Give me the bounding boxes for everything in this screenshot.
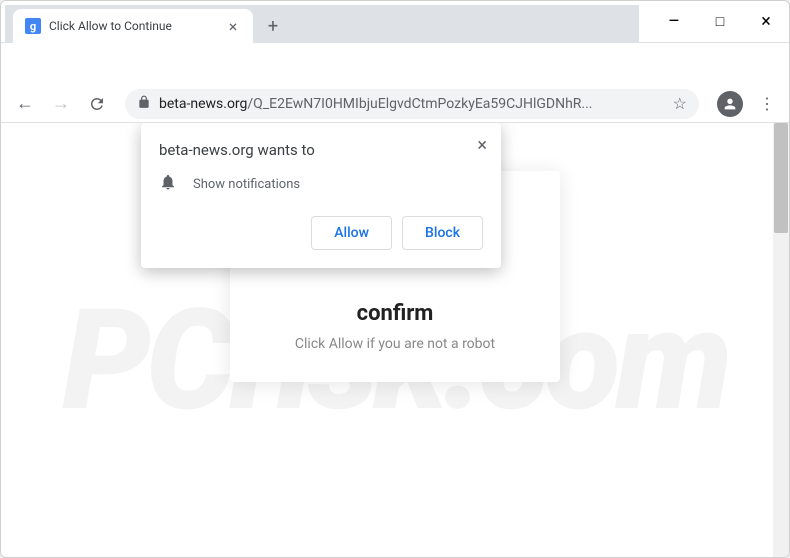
minimize-button[interactable]: – [651, 1, 697, 43]
lock-icon [137, 95, 151, 113]
forward-button: → [45, 88, 77, 120]
menu-icon[interactable]: ⋮ [753, 90, 781, 118]
notification-text: Show notifications [193, 177, 300, 192]
tab-close-icon[interactable]: × [225, 17, 241, 36]
new-tab-button[interactable]: + [259, 12, 287, 40]
address-bar[interactable]: beta-news.org/Q_E2EwN7I0HMIbjuElgvdCtmPo… [125, 89, 699, 119]
notification-title: beta-news.org wants to [159, 141, 483, 159]
notification-popup: × beta-news.org wants to Show notificati… [141, 123, 501, 268]
scroll-thumb[interactable] [774, 123, 788, 233]
content-area: PCrisk.com confirm Click Allow if you ar… [1, 123, 789, 558]
maximize-button[interactable]: □ [697, 1, 743, 43]
profile-icon[interactable] [717, 91, 743, 117]
bell-icon [159, 173, 177, 196]
notification-close-icon[interactable]: × [477, 135, 487, 156]
tab-bar: g Click Allow to Continue × + [5, 5, 639, 43]
bookmark-star-icon[interactable]: ☆ [673, 94, 687, 113]
allow-button[interactable]: Allow [311, 216, 392, 250]
reload-button[interactable] [81, 88, 113, 120]
url-path: /Q_E2EwN7I0HMIbjuElgvdCtmPozkyEa59CJHlGD… [247, 96, 592, 112]
window-controls: – □ × [651, 1, 789, 43]
tab-favicon: g [25, 18, 41, 34]
tab-title: Click Allow to Continue [49, 19, 217, 33]
notification-row: Show notifications [159, 173, 483, 196]
confirm-subtext: Click Allow if you are not a robot [250, 336, 540, 352]
block-button[interactable]: Block [402, 216, 483, 250]
back-button[interactable]: ← [9, 88, 41, 120]
url-domain: beta-news.org [159, 96, 247, 112]
browser-tab[interactable]: g Click Allow to Continue × [13, 9, 253, 43]
confirm-heading: confirm [250, 301, 540, 326]
toolbar: ← → beta-news.org/Q_E2EwN7I0HMIbjuElgvdC… [1, 85, 789, 123]
browser-window: g Click Allow to Continue × + – □ × ← → … [0, 0, 790, 558]
notification-buttons: Allow Block [159, 216, 483, 250]
url-text: beta-news.org/Q_E2EwN7I0HMIbjuElgvdCtmPo… [159, 96, 665, 112]
window-close-button[interactable]: × [743, 1, 789, 43]
scrollbar[interactable] [773, 123, 789, 558]
